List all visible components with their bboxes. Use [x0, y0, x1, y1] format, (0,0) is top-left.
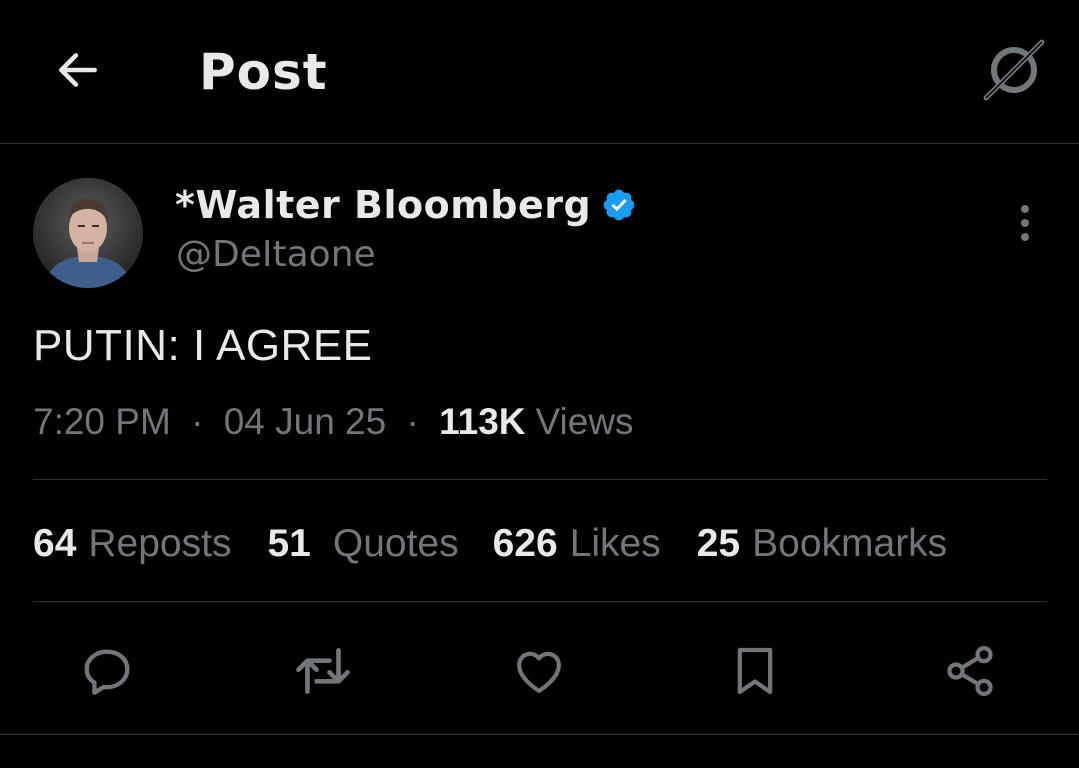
divider [33, 479, 1047, 480]
avatar[interactable] [33, 178, 143, 288]
stat-likes[interactable]: 626 Likes [493, 522, 661, 566]
repost-button[interactable] [288, 636, 358, 706]
meta-separator: · [191, 401, 204, 442]
post-date[interactable]: 04 Jun 25 [224, 401, 387, 442]
stat-label: Likes [569, 522, 661, 565]
author-display-name[interactable]: *Walter Bloomberg [175, 180, 637, 230]
stat-bookmarks[interactable]: 25 Bookmarks [697, 522, 947, 566]
page-title: Post [199, 43, 328, 101]
verified-badge-icon [601, 187, 637, 223]
grok-icon [983, 39, 1045, 101]
more-button[interactable] [1000, 198, 1050, 248]
bookmark-icon [737, 647, 773, 695]
repost-icon [296, 648, 350, 694]
share-icon [947, 646, 993, 696]
post-text: PUTIN: I AGREE [33, 321, 373, 370]
divider [0, 734, 1079, 735]
stat-count: 64 [33, 522, 77, 565]
stat-label: Reposts [88, 522, 232, 565]
engagement-stats: 64 Reposts 51 Quotes 626 Likes 25 Bookma… [33, 518, 947, 570]
share-button[interactable] [935, 636, 1005, 706]
stat-quotes[interactable]: 51 Quotes [267, 522, 458, 566]
reply-button[interactable] [72, 636, 142, 706]
divider [33, 601, 1047, 602]
meta-separator: · [406, 401, 419, 442]
stat-count: 626 [492, 522, 558, 565]
post-time[interactable]: 7:20 PM [33, 401, 171, 442]
stat-label: Bookmarks [752, 522, 948, 565]
bookmark-button[interactable] [720, 636, 790, 706]
back-button[interactable] [40, 32, 116, 108]
stat-count: 51 [267, 522, 311, 565]
views-label: Views [535, 401, 634, 442]
post-meta: 7:20 PM · 04 Jun 25 · 113K Views [33, 396, 634, 448]
top-app-bar: Post [0, 0, 1079, 144]
stat-reposts[interactable]: 64 Reposts [33, 522, 231, 566]
author-handle[interactable]: @DeItaone [176, 230, 376, 280]
more-vertical-icon [1021, 205, 1029, 241]
profile-photo [33, 178, 143, 288]
views-count: 113K [439, 401, 526, 442]
arrow-left-icon [59, 53, 97, 87]
action-bar [0, 636, 1079, 706]
reply-icon [84, 649, 130, 695]
stat-label: Quotes [332, 522, 459, 565]
display-name-text: *Walter Bloomberg [175, 183, 592, 227]
stat-count: 25 [696, 522, 741, 565]
grok-button[interactable] [978, 34, 1050, 106]
like-button[interactable] [504, 636, 574, 706]
like-icon [517, 651, 561, 693]
